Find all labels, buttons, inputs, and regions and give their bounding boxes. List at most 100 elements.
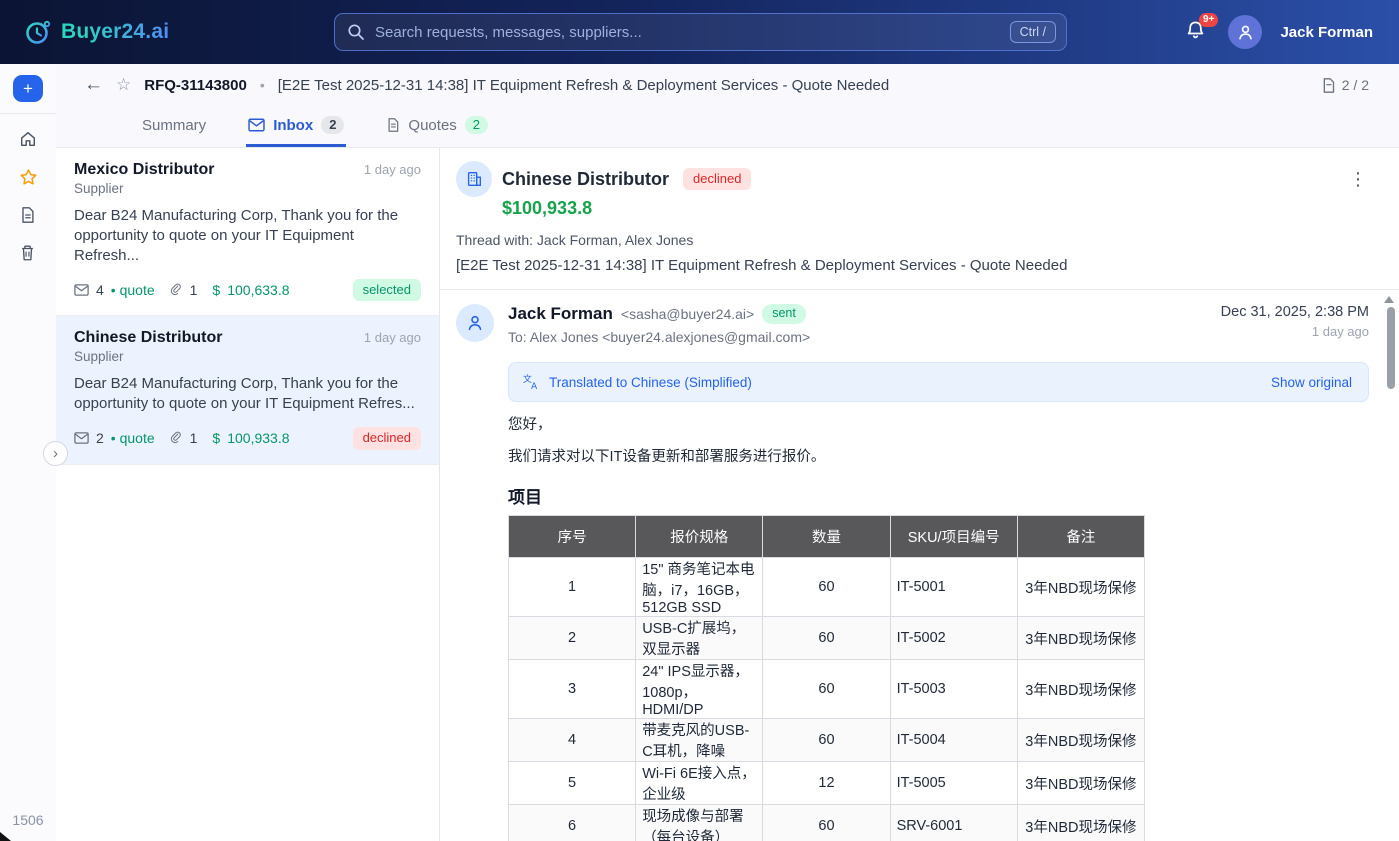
- tab-bar: Summary Inbox 2 Quotes 2: [56, 106, 1399, 148]
- sidebar-footer-count: 1506: [0, 812, 56, 828]
- cell-spec: USB-C扩展坞，双显示器: [636, 617, 763, 660]
- quote-amount: 100,633.8: [227, 282, 289, 298]
- expand-panel-button[interactable]: ›: [43, 441, 68, 466]
- tab-summary-label: Summary: [142, 117, 206, 134]
- items-table-header-row: 序号 报价规格 数量 SKU/项目编号 备注: [509, 516, 1145, 558]
- attachment-count: 1: [190, 282, 198, 298]
- breadcrumb: ← ☆ RFQ-31143800 • [E2E Test 2025-12-31 …: [56, 64, 1399, 106]
- items-section-heading: 项目: [508, 485, 1369, 510]
- message-preview: Dear B24 Manufacturing Corp, Thank you f…: [74, 374, 421, 414]
- supplier-name: Chinese Distributor: [74, 329, 222, 347]
- mail-count: 4: [96, 282, 104, 298]
- user-icon: [1236, 23, 1255, 42]
- documents-icon[interactable]: [19, 206, 37, 224]
- cell-note: 3年NBD现场保修: [1017, 660, 1144, 719]
- notifications-button[interactable]: 9+: [1184, 19, 1210, 45]
- translate-icon: 文A: [522, 373, 540, 391]
- quote-label: • quote: [111, 282, 155, 298]
- col-header-index: 序号: [509, 516, 636, 558]
- global-search[interactable]: Ctrl /: [334, 13, 1067, 51]
- user-name[interactable]: Jack Forman: [1280, 24, 1373, 41]
- status-badge: selected: [353, 279, 421, 301]
- favorites-star-icon[interactable]: [19, 168, 37, 186]
- rfq-title: [E2E Test 2025-12-31 14:38] IT Equipment…: [278, 77, 889, 94]
- supplier-avatar: [456, 161, 492, 197]
- cell-note: 3年NBD现场保修: [1017, 558, 1144, 617]
- mail-count-icon: [74, 432, 89, 444]
- app-window: Buyer24.ai Ctrl / 9+ Jack Forman: [0, 0, 1399, 841]
- pager: 2 / 2: [1321, 77, 1369, 94]
- cell-index: 4: [509, 719, 636, 762]
- navbar-right: 9+ Jack Forman: [1184, 15, 1373, 49]
- cell-spec: 带麦克风的USB-C耳机，降噪: [636, 719, 763, 762]
- pager-text: 2 / 2: [1342, 77, 1369, 93]
- cell-sku: IT-5002: [890, 617, 1017, 660]
- search-icon: [347, 23, 365, 41]
- tab-quotes[interactable]: Quotes 2: [384, 106, 490, 147]
- col-header-qty: 数量: [763, 516, 890, 558]
- email-scroll-area[interactable]: Jack Forman <sasha@buyer24.ai> sent To: …: [440, 290, 1399, 841]
- translation-label: Translated to Chinese (Simplified): [549, 375, 752, 390]
- cell-sku: IT-5001: [890, 558, 1017, 617]
- sidebar-divider: [0, 113, 56, 114]
- home-icon[interactable]: [19, 130, 37, 148]
- table-row: 3 24" IPS显示器，1080p，HDMI/DP 60 IT-5003 3年…: [509, 660, 1145, 719]
- cell-spec: 现场成像与部署（每台设备）: [636, 805, 763, 841]
- more-options-button[interactable]: ⋮: [1343, 168, 1373, 190]
- cell-index: 1: [509, 558, 636, 617]
- col-header-sku: SKU/项目编号: [890, 516, 1017, 558]
- favorite-star-icon[interactable]: ☆: [116, 75, 131, 95]
- email-greeting: 您好，: [508, 415, 1369, 435]
- plus-icon: +: [23, 80, 33, 97]
- chevron-right-icon: ›: [53, 445, 58, 462]
- cell-note: 3年NBD现场保修: [1017, 805, 1144, 841]
- cell-index: 5: [509, 762, 636, 805]
- table-row: 1 15" 商务笔记本电脑，i7，16GB，512GB SSD 60 IT-50…: [509, 558, 1145, 617]
- body: + 1506 ›: [0, 64, 1399, 841]
- cell-index: 2: [509, 617, 636, 660]
- tab-inbox[interactable]: Inbox 2: [246, 106, 346, 147]
- message-list-item-chinese[interactable]: Chinese Distributor 1 day ago Supplier D…: [56, 316, 439, 464]
- cell-qty: 60: [763, 558, 890, 617]
- breadcrumb-separator: •: [260, 77, 265, 93]
- supplier-role: Supplier: [74, 181, 421, 196]
- email-header: Jack Forman <sasha@buyer24.ai> sent To: …: [456, 304, 1369, 345]
- svg-text:A: A: [531, 382, 538, 391]
- status-badge: declined: [353, 427, 421, 449]
- cell-index: 3: [509, 660, 636, 719]
- thread-supplier-name: Chinese Distributor: [502, 169, 669, 190]
- cell-sku: IT-5005: [890, 762, 1017, 805]
- search-input[interactable]: [375, 24, 1000, 41]
- cell-note: 3年NBD现场保修: [1017, 762, 1144, 805]
- message-time: 1 day ago: [364, 162, 421, 177]
- mouse-cursor: [0, 832, 11, 841]
- scrollbar-thumb[interactable]: [1387, 307, 1395, 389]
- currency-symbol: $: [212, 282, 220, 298]
- quotes-file-icon: [386, 117, 400, 133]
- rfq-id: RFQ-31143800: [144, 77, 247, 94]
- cell-spec: 15" 商务笔记本电脑，i7，16GB，512GB SSD: [636, 558, 763, 617]
- tab-inbox-label: Inbox: [273, 117, 313, 134]
- user-avatar[interactable]: [1228, 15, 1262, 49]
- cell-spec: 24" IPS显示器，1080p，HDMI/DP: [636, 660, 763, 719]
- col-header-note: 备注: [1017, 516, 1144, 558]
- cell-qty: 60: [763, 719, 890, 762]
- add-button[interactable]: +: [13, 75, 43, 102]
- cell-note: 3年NBD现场保修: [1017, 617, 1144, 660]
- notification-count-badge: 9+: [1199, 13, 1218, 27]
- quotes-count-badge: 2: [465, 116, 488, 134]
- show-original-link[interactable]: Show original: [1271, 375, 1352, 390]
- brand-logo[interactable]: Buyer24.ai: [24, 18, 274, 46]
- translation-banner: 文A Translated to Chinese (Simplified) Sh…: [508, 362, 1369, 402]
- scrollbar-up-arrow[interactable]: [1384, 296, 1394, 303]
- trash-icon[interactable]: [19, 244, 37, 262]
- message-list-item-mexico[interactable]: Mexico Distributor 1 day ago Supplier De…: [56, 148, 439, 316]
- cell-sku: IT-5004: [890, 719, 1017, 762]
- back-button[interactable]: ←: [84, 74, 103, 96]
- supplier-role: Supplier: [74, 349, 421, 364]
- thread-subject: [E2E Test 2025-12-31 14:38] IT Equipment…: [456, 257, 1373, 274]
- thread-panel: Chinese Distributor declined ⋮ $100,933.…: [440, 148, 1399, 841]
- currency-symbol: $: [212, 430, 220, 446]
- tab-summary[interactable]: Summary: [140, 106, 208, 147]
- message-list: Mexico Distributor 1 day ago Supplier De…: [56, 148, 440, 841]
